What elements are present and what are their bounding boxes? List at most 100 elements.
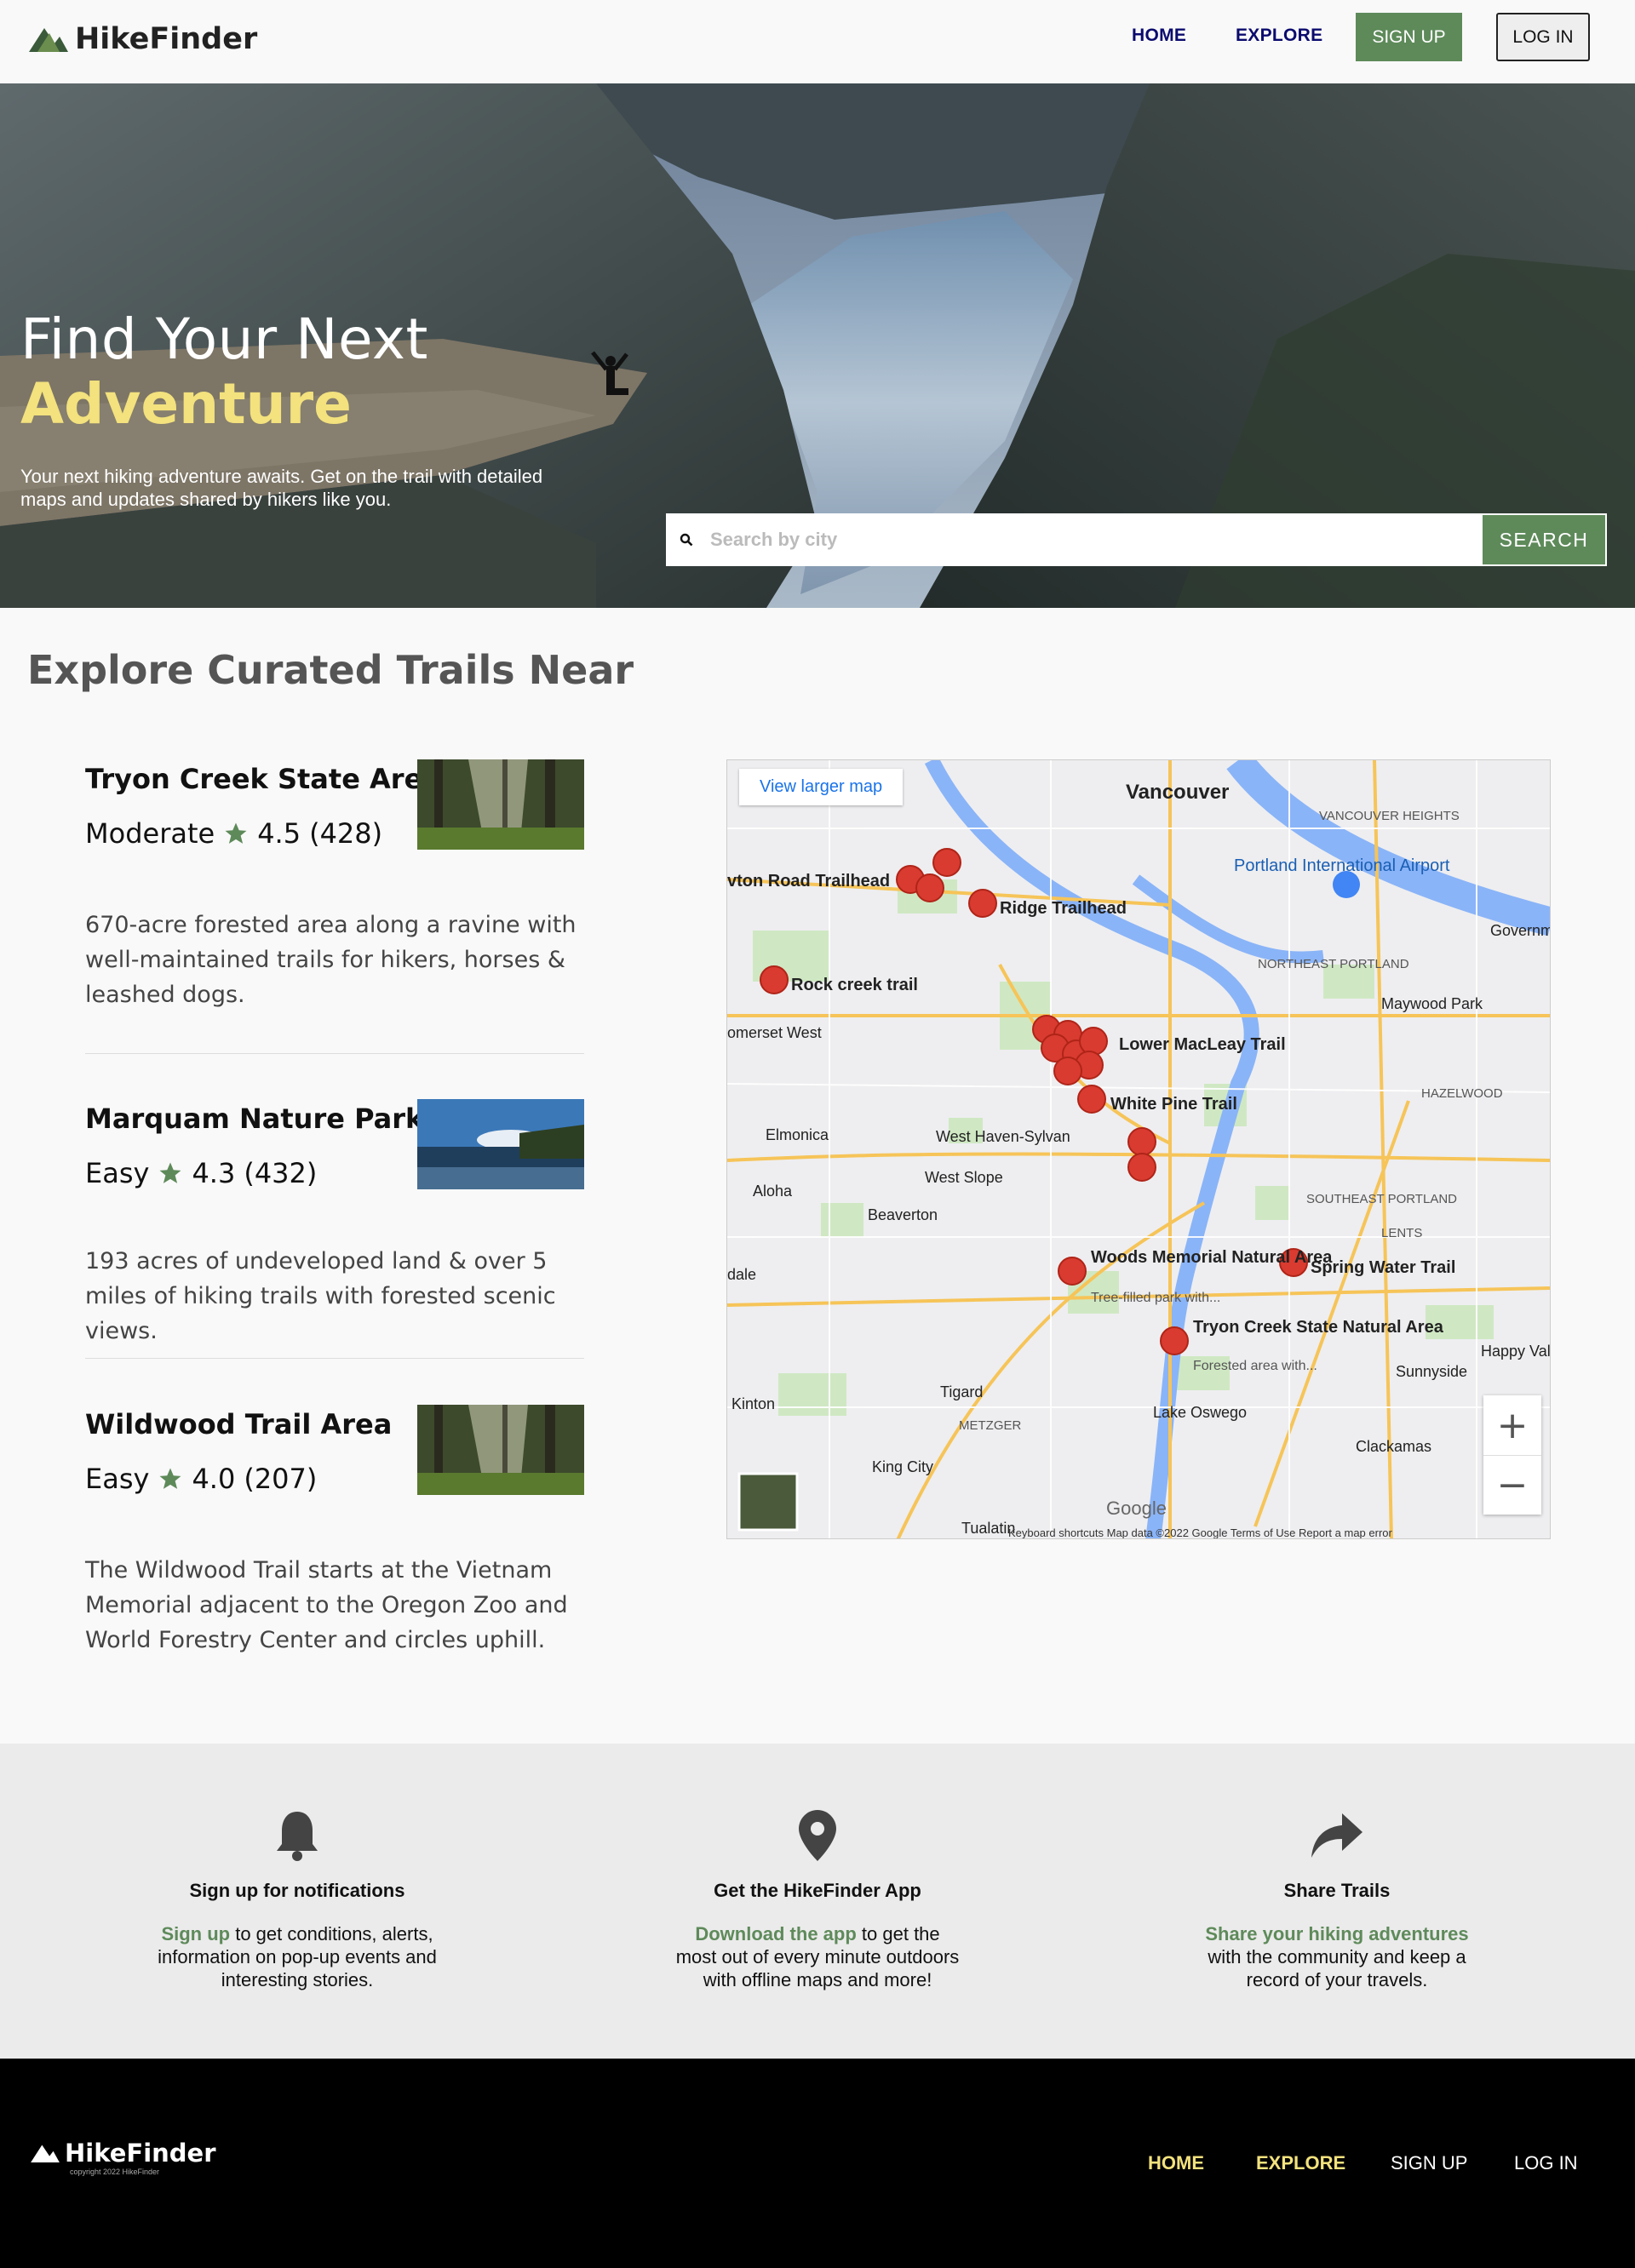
map-zoom-controls: + − <box>1483 1395 1541 1515</box>
map-label: Ridge Trailhead <box>1000 899 1127 918</box>
footer-login-link[interactable]: LOG IN <box>1514 2152 1578 2174</box>
map-label: Kinton <box>731 1395 775 1412</box>
star-icon <box>225 822 247 844</box>
trail-difficulty: Moderate <box>85 817 215 850</box>
map-label: King City <box>872 1458 933 1475</box>
trail-review-count: (432) <box>244 1157 318 1189</box>
trail-meta: Easy 4.0 (207) <box>85 1463 317 1495</box>
trail-description: 193 acres of undeveloped land & over 5 m… <box>85 1248 556 1344</box>
map-label: Happy Vall <box>1481 1343 1551 1360</box>
map-label: Lower MacLeay Trail <box>1119 1035 1286 1054</box>
map-label: West Haven-Sylvan <box>936 1128 1070 1145</box>
map-label: Tigard <box>940 1383 983 1400</box>
share-adventures-link[interactable]: Share your hiking adventures <box>1205 1923 1468 1944</box>
map-label: Elmonica <box>766 1126 829 1143</box>
bell-icon <box>277 1812 318 1861</box>
trail-difficulty: Easy <box>85 1463 150 1495</box>
feature-title: Share Trails <box>1283 1880 1391 1901</box>
map-label: Lake Oswego <box>1153 1404 1247 1421</box>
trail-review-count: (428) <box>309 817 383 850</box>
nav-home-link[interactable]: HOME <box>1132 26 1186 46</box>
features-section: Sign up for notifications Sign up to get… <box>0 1744 1635 2059</box>
zoom-in-button[interactable]: + <box>1483 1395 1541 1455</box>
map-label: Tryon Creek State Natural Area <box>1193 1318 1444 1337</box>
footer: HikeFinder copyright 2022 HikeFinder HOM… <box>0 2059 1635 2268</box>
map-label: Spring Water Trail <box>1311 1258 1455 1277</box>
map-label: VANCOUVER HEIGHTS <box>1319 809 1460 823</box>
map-label: Woods Memorial Natural Area <box>1091 1248 1333 1267</box>
signup-link[interactable]: Sign up <box>161 1923 230 1944</box>
map-label: Rock creek trail <box>791 976 918 994</box>
map-label: SOUTHEAST PORTLAND <box>1306 1192 1457 1206</box>
signup-button[interactable]: SIGN UP <box>1356 13 1462 61</box>
trail-map[interactable]: Vancouver Portland International Airport… <box>726 759 1551 1539</box>
brand-name: HikeFinder <box>75 22 258 56</box>
trail-rating: 4.3 <box>192 1157 236 1189</box>
section-title: Explore Curated Trails Near <box>27 647 634 693</box>
footer-brand-logo[interactable]: HikeFinder <box>31 2139 216 2168</box>
trail-description: 670-acre forested area along a ravine wi… <box>85 912 577 1008</box>
mountain-logo-icon <box>29 28 68 52</box>
google-logo: Google <box>1106 1498 1167 1519</box>
map-label: Maywood Park <box>1381 995 1483 1012</box>
hero-title-line1: Find Your Next <box>20 306 428 372</box>
hero-subtitle: Your next hiking adventure awaits. Get o… <box>20 466 543 510</box>
map-label: Portland International Airport <box>1234 856 1450 875</box>
share-icon <box>1311 1813 1362 1858</box>
map-label: White Pine Trail <box>1110 1095 1237 1114</box>
feature-text: Share your hiking adventures with the co… <box>1205 1923 1469 1990</box>
satellite-toggle[interactable] <box>737 1472 799 1532</box>
zoom-out-button[interactable]: − <box>1483 1455 1541 1515</box>
footer-brand-name: HikeFinder <box>65 2139 216 2168</box>
download-app-link[interactable]: Download the app <box>695 1923 856 1944</box>
feature-title: Get the HikeFinder App <box>714 1880 921 1901</box>
map-label: Tree-filled park with... <box>1091 1291 1220 1305</box>
map-label: Forested area with... <box>1193 1359 1317 1373</box>
search-button[interactable]: SEARCH <box>1481 513 1607 566</box>
login-button[interactable]: LOG IN <box>1496 13 1590 61</box>
trail-card[interactable]: Marquam Nature Park Easy 4.3 (432) 193 a… <box>85 1099 584 1354</box>
footer-home-link[interactable]: HOME <box>1148 2152 1204 2174</box>
map-label: dale <box>727 1266 756 1283</box>
map-label: Clackamas <box>1356 1438 1431 1455</box>
trail-meta: Easy 4.3 (432) <box>85 1157 317 1189</box>
footer-explore-link[interactable]: EXPLORE <box>1256 2152 1345 2174</box>
trail-card[interactable]: Tryon Creek State Area Moderate 4.5 (428… <box>85 759 584 1015</box>
footer-signup-link[interactable]: SIGN UP <box>1391 2152 1467 2174</box>
feature-text: Download the app to get the most out of … <box>675 1923 960 1990</box>
top-nav: HikeFinder HOME EXPLORE SIGN UP LOG IN <box>0 0 1635 83</box>
feature-title: Sign up for notifications <box>189 1880 405 1901</box>
map-label: West Slope <box>925 1169 1003 1186</box>
trail-meta: Moderate 4.5 (428) <box>85 817 382 850</box>
map-label: Aloha <box>753 1183 793 1200</box>
search-input[interactable] <box>710 529 1460 551</box>
hero-title-line2: Adventure <box>20 371 352 437</box>
trail-name[interactable]: Wildwood Trail Area <box>85 1408 392 1440</box>
trail-rating: 4.0 <box>192 1463 236 1495</box>
map-attribution[interactable]: Keyboard shortcuts Map data ©2022 Google… <box>1008 1526 1393 1539</box>
trail-card[interactable]: Wildwood Trail Area Easy 4.0 (207) The W… <box>85 1405 584 1660</box>
forest-trail-image[interactable] <box>417 1405 584 1495</box>
divider <box>85 1358 584 1359</box>
trail-difficulty: Easy <box>85 1157 150 1189</box>
map-pin-icon <box>799 1810 836 1861</box>
map-label: Beaverton <box>868 1206 938 1223</box>
forest-trail-image[interactable] <box>417 759 584 850</box>
trail-name[interactable]: Tryon Creek State Area <box>85 763 441 795</box>
nav-explore-link[interactable]: EXPLORE <box>1236 26 1322 46</box>
map-label: Sunnyside <box>1396 1363 1467 1380</box>
map-label: Tualatin <box>961 1520 1015 1537</box>
star-icon <box>159 1162 181 1183</box>
view-larger-map-link[interactable]: View larger map <box>739 769 904 805</box>
divider <box>85 1053 584 1054</box>
map-label: Vancouver <box>1126 781 1229 804</box>
trail-rating: 4.5 <box>257 817 301 850</box>
brand-logo[interactable]: HikeFinder <box>29 22 257 56</box>
search-bar <box>666 513 1482 566</box>
map-canvas[interactable]: Vancouver Portland International Airport… <box>727 760 1551 1539</box>
search-icon <box>680 533 693 547</box>
trail-name[interactable]: Marquam Nature Park <box>85 1102 423 1135</box>
map-label: Governm Island <box>1490 922 1551 939</box>
map-label: METZGER <box>959 1418 1021 1433</box>
lake-image[interactable] <box>417 1099 584 1189</box>
